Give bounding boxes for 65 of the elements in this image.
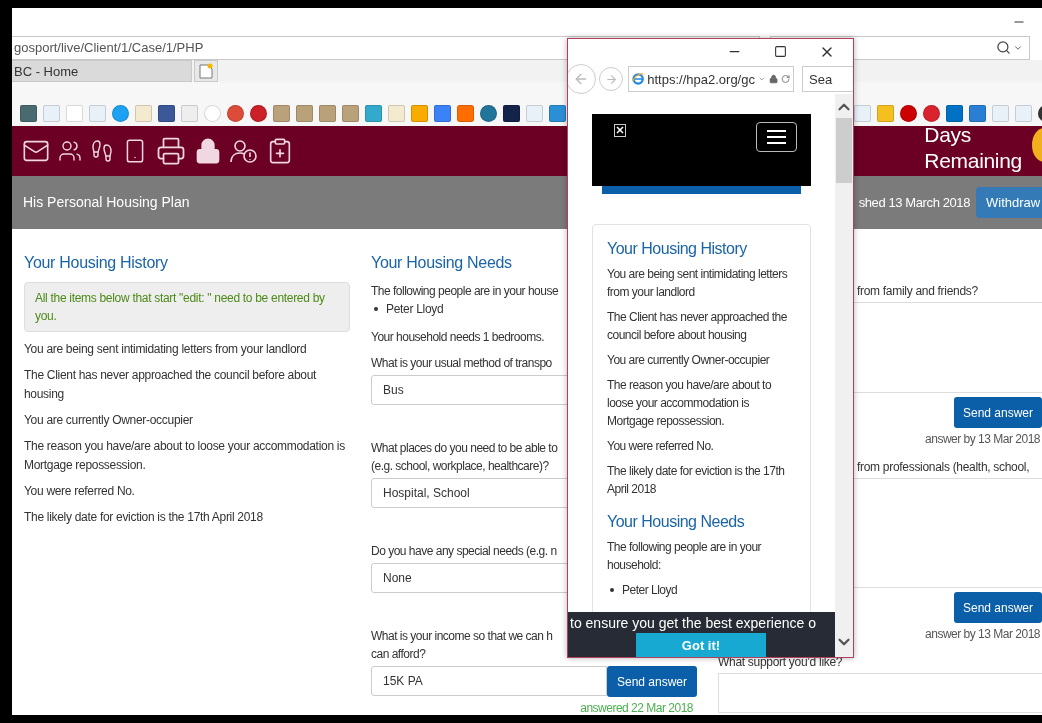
days-remaining-label: Days Remaining	[924, 125, 1022, 174]
bedrooms-text: Your household needs 1 bedrooms.	[371, 329, 545, 346]
section-heading: Your Housing Needs	[607, 512, 745, 532]
footprints-icon[interactable]	[90, 138, 114, 163]
site-icon[interactable]	[503, 104, 520, 122]
question-label: (e.g. school, workplace, healthcare)?	[371, 458, 549, 475]
scroll-thumb[interactable]	[836, 118, 852, 183]
section-heading: Your Housing History	[24, 253, 168, 273]
menu-button[interactable]	[756, 122, 797, 152]
answer-field[interactable]: 15K PA	[371, 666, 607, 696]
search-field[interactable]: Sea	[802, 66, 853, 92]
browser-logo-icon	[632, 71, 645, 87]
answer-status: answer by 13 Mar 2018	[925, 432, 1040, 446]
new-page-icon	[199, 63, 213, 80]
user-alert-icon[interactable]	[230, 137, 258, 164]
question-label: What places do you need to be able to	[371, 440, 558, 457]
history-item: The reason you have/are about to loose your accommodation is Mortgage repossession.	[24, 438, 346, 474]
bullet-dot	[610, 588, 614, 592]
lock-icon[interactable]	[194, 136, 222, 165]
history-item: You are currently Owner-occupier	[24, 412, 194, 429]
section-heading: Your Housing History	[607, 239, 747, 259]
site-icon[interactable]	[20, 104, 37, 122]
published-date: shed 13 March 2018	[858, 194, 970, 210]
browser-tab[interactable]: BC - Home	[12, 60, 192, 83]
site-icon[interactable]	[250, 104, 267, 122]
question-label: What is your usual method of transpo	[371, 355, 552, 372]
site-icon[interactable]	[900, 104, 917, 122]
history-item: You were referred No.	[24, 483, 136, 500]
back-icon	[573, 71, 589, 87]
send-answer-button[interactable]: Send answer	[607, 666, 697, 697]
search-icon	[996, 40, 1011, 56]
history-item: The likely date for eviction is the 17th April 2018	[24, 509, 264, 526]
forward-icon	[604, 72, 618, 86]
send-answer-button[interactable]: Send answer	[954, 592, 1042, 623]
person-name: Peter Lloyd	[386, 301, 444, 318]
section-heading: Your Housing Needs	[371, 253, 512, 273]
answer-status: answer by 13 Mar 2018	[925, 627, 1040, 641]
summary-text: You are currently Owner-occupier	[607, 352, 771, 369]
broken-image-icon	[614, 124, 626, 137]
send-answer-button[interactable]: Send answer	[954, 397, 1042, 428]
summary-text: The Client has never approached the council before about housing	[607, 309, 788, 344]
lock-icon	[768, 73, 778, 85]
url-text: https://hpa2.org/gc	[647, 71, 755, 87]
intro-text: The following people are in your house	[371, 283, 559, 300]
refresh-icon[interactable]	[780, 73, 790, 85]
withdraw-button[interactable]: Withdraw	[976, 186, 1042, 218]
summary-text: You are being sent intimidating letters from your landlord	[607, 266, 789, 301]
answer-status: answered 22 Mar 2018	[580, 701, 693, 715]
people-icon[interactable]	[58, 138, 82, 163]
question-label: What is your income so that we can h	[371, 628, 553, 645]
cookie-text: to ensure you get the best experience o	[570, 615, 816, 631]
printer-icon[interactable]	[156, 135, 186, 166]
history-item: You are being sent intimidating letters from your landlord	[24, 341, 308, 358]
url-field[interactable]: https://hpa2.org/gc	[628, 66, 794, 92]
notice-message: All the items below that start "edit: " need to be entered by you.	[24, 282, 350, 332]
question-label: from professionals (health, school,	[857, 459, 1030, 476]
bullet-dot	[374, 307, 378, 311]
question-label: Do you have any special needs (e.g. n	[371, 543, 557, 560]
summary-text: You were referred No.	[607, 438, 715, 455]
question-label: from family and friends?	[857, 283, 978, 300]
site-icon[interactable]	[158, 104, 175, 122]
maximize-icon[interactable]	[774, 45, 787, 58]
plan-title: His Personal Housing Plan	[23, 194, 191, 211]
question-label: can afford?	[371, 646, 426, 663]
history-item: The Client has never approached the council before about housing	[24, 367, 318, 403]
